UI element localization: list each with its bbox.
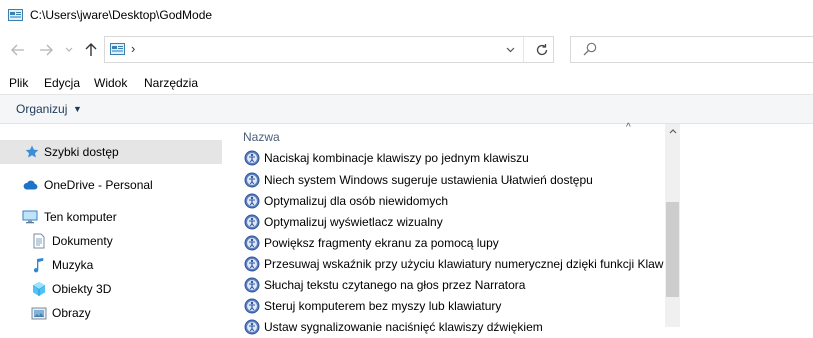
ease-of-access-icon xyxy=(244,193,260,209)
list-item-label: Słuchaj tekstu czytanego na głos przez N… xyxy=(264,278,526,292)
list-item[interactable]: Steruj komputerem bez myszy lub klawiatu… xyxy=(230,296,665,317)
document-icon xyxy=(33,233,45,249)
up-button[interactable] xyxy=(83,42,99,58)
ease-of-access-icon xyxy=(244,277,260,293)
sidebar-item-music[interactable]: Muzyka xyxy=(0,253,222,277)
sidebar-item-label: OneDrive - Personal xyxy=(44,178,153,192)
control-panel-icon xyxy=(8,9,23,21)
ease-of-access-icon xyxy=(244,235,260,251)
list-item-label: Optymalizuj wyświetlacz wizualny xyxy=(264,215,443,229)
navigation-bar: › xyxy=(0,32,813,70)
list-item-label: Naciskaj kombinacje klawiszy po jednym k… xyxy=(264,151,529,165)
chevron-up-icon xyxy=(669,129,676,134)
breadcrumb-separator[interactable]: › xyxy=(131,41,135,56)
navigation-pane: Szybki dostęp OneDrive - Personal Ten ko… xyxy=(0,124,230,327)
ease-of-access-icon xyxy=(244,150,260,166)
sidebar-item-label: Szybki dostęp xyxy=(44,145,119,159)
recent-locations-button[interactable] xyxy=(63,42,75,58)
ease-of-access-icon xyxy=(244,298,260,314)
chevron-down-icon xyxy=(506,47,514,53)
sidebar-item-pictures[interactable]: Obrazy xyxy=(0,301,222,325)
address-bar[interactable]: › xyxy=(104,36,554,63)
menu-file[interactable]: Plik xyxy=(9,76,28,90)
address-divider xyxy=(523,37,524,62)
list-item[interactable]: Powiększ fragmenty ekranu za pomocą lupy xyxy=(230,233,665,254)
organize-button[interactable]: Organizuj xyxy=(16,102,67,116)
title-bar: C:\Users\jware\Desktop\GodMode xyxy=(0,0,813,32)
list-item[interactable]: Słuchaj tekstu czytanego na głos przez N… xyxy=(230,275,665,296)
back-button[interactable] xyxy=(10,42,26,58)
sidebar-item-3d-objects[interactable]: Obiekty 3D xyxy=(0,277,222,301)
sidebar-item-documents[interactable]: Dokumenty xyxy=(0,229,222,253)
chevron-down-icon xyxy=(65,47,73,52)
address-dropdown-button[interactable] xyxy=(503,43,517,57)
arrow-left-icon xyxy=(11,44,24,56)
sidebar-item-this-pc[interactable]: Ten komputer xyxy=(0,205,222,229)
sidebar-item-quick-access[interactable]: Szybki dostęp xyxy=(0,140,222,164)
caret-down-icon[interactable]: ▼ xyxy=(73,104,82,114)
file-list: Nazwa ^ Naciskaj kombinacje klawiszy po … xyxy=(230,122,813,335)
arrow-right-icon xyxy=(40,44,53,56)
window-title: C:\Users\jware\Desktop\GodMode xyxy=(30,8,213,22)
vertical-scrollbar[interactable] xyxy=(665,124,680,327)
computer-icon xyxy=(22,210,38,224)
list-item[interactable]: Ustaw sygnalizowanie naciśnięć klawiszy … xyxy=(230,317,665,338)
menu-tools[interactable]: Narzędzia xyxy=(144,76,198,90)
sidebar-item-label: Dokumenty xyxy=(52,234,113,248)
sidebar-item-label: Obiekty 3D xyxy=(52,282,112,296)
arrow-up-icon xyxy=(85,43,97,56)
control-panel-icon xyxy=(110,43,125,55)
scroll-up-button[interactable] xyxy=(665,124,680,139)
ease-of-access-icon xyxy=(244,319,260,335)
list-item[interactable]: Naciskaj kombinacje klawiszy po jednym k… xyxy=(230,148,665,169)
list-item-label: Optymalizuj dla osób niewidomych xyxy=(264,194,449,208)
list-item[interactable]: Optymalizuj wyświetlacz wizualny xyxy=(230,212,665,233)
sidebar-item-onedrive[interactable]: OneDrive - Personal xyxy=(0,173,222,197)
search-icon xyxy=(583,42,597,56)
list-item[interactable]: Przesuwaj wskaźnik przy użyciu klawiatur… xyxy=(230,254,665,275)
cloud-icon xyxy=(23,180,38,190)
list-item-label: Powiększ fragmenty ekranu za pomocą lupy xyxy=(264,236,499,250)
list-item-label: Steruj komputerem bez myszy lub klawiatu… xyxy=(264,299,502,313)
sort-ascending-icon: ^ xyxy=(626,122,631,133)
sidebar-item-label: Muzyka xyxy=(52,258,94,272)
picture-icon xyxy=(31,307,47,320)
list-item-label: Ustaw sygnalizowanie naciśnięć klawiszy … xyxy=(264,320,543,334)
list-item[interactable]: Optymalizuj dla osób niewidomych xyxy=(230,191,665,212)
forward-button[interactable] xyxy=(38,42,54,58)
list-item-label: Przesuwaj wskaźnik przy użyciu klawiatur… xyxy=(264,257,664,271)
menu-view[interactable]: Widok xyxy=(94,76,127,90)
ease-of-access-icon xyxy=(244,172,260,188)
ease-of-access-icon xyxy=(244,214,260,230)
refresh-icon xyxy=(536,44,548,56)
column-header-name[interactable]: Nazwa xyxy=(243,130,280,144)
sidebar-item-label: Obrazy xyxy=(52,306,91,320)
star-icon xyxy=(25,145,39,158)
scrollbar-thumb[interactable] xyxy=(666,202,679,297)
list-item-label: Niech system Windows sugeruje ustawienia… xyxy=(264,173,593,187)
sidebar-item-label: Ten komputer xyxy=(44,210,117,224)
music-icon xyxy=(33,258,44,273)
command-bar: Organizuj ▼ xyxy=(0,94,813,124)
refresh-button[interactable] xyxy=(533,41,551,59)
menu-bar: Plik Edycja Widok Narzędzia xyxy=(0,70,813,94)
search-box[interactable] xyxy=(570,36,813,63)
ease-of-access-icon xyxy=(244,256,260,272)
list-item[interactable]: Niech system Windows sugeruje ustawienia… xyxy=(230,170,665,191)
menu-edit[interactable]: Edycja xyxy=(44,76,80,90)
cube-icon xyxy=(32,282,46,296)
